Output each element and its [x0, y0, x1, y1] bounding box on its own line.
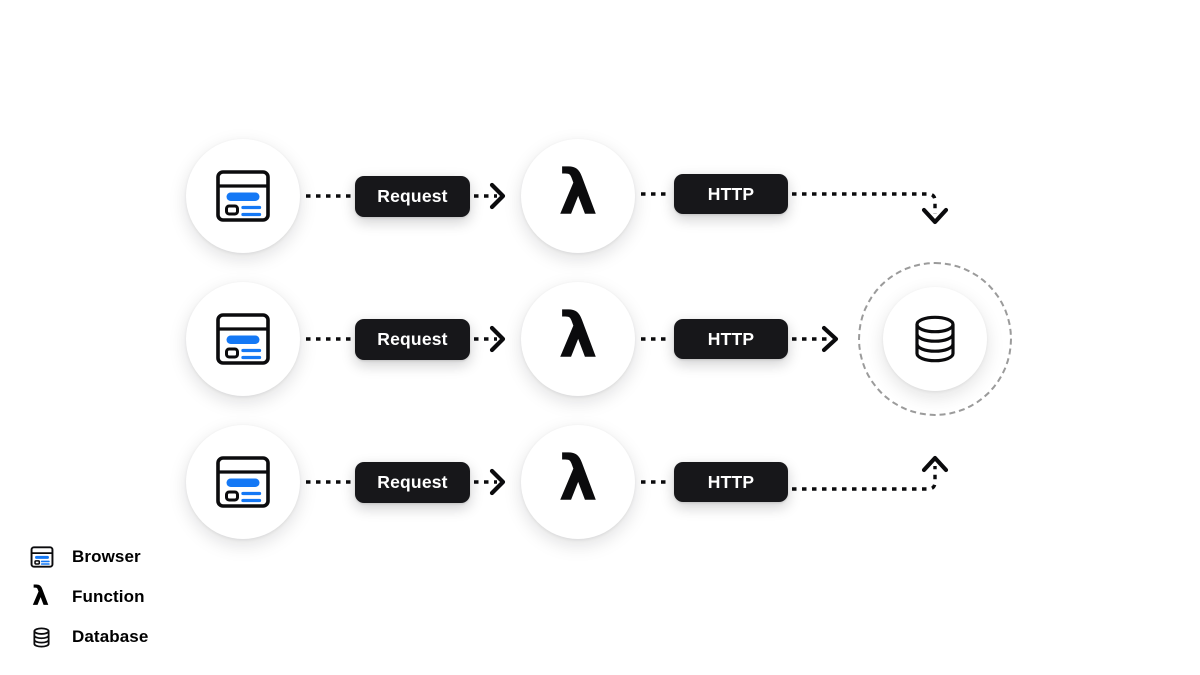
- database-icon: [30, 626, 62, 649]
- database-icon: [915, 315, 955, 363]
- browser-node-top[interactable]: [186, 139, 300, 253]
- arrowhead-function-top: [489, 182, 506, 210]
- browser-icon: [216, 170, 270, 222]
- http-badge-label: HTTP: [707, 471, 755, 492]
- arrowhead-function-bottom: [489, 468, 506, 496]
- request-badge-label: Request: [377, 329, 448, 349]
- request-badge-bottom[interactable]: Request: [355, 462, 470, 503]
- request-badge-label: Request: [377, 186, 448, 206]
- request-badge-top[interactable]: Request: [355, 176, 470, 217]
- lambda-icon: λ: [558, 442, 598, 515]
- legend-label-browser: Browser: [72, 547, 141, 566]
- http-badge-bottom[interactable]: HTTP: [674, 462, 788, 502]
- http-badge-label: HTTP: [707, 328, 755, 349]
- wire-http-to-database-top: [792, 192, 937, 214]
- function-node-top[interactable]: λ: [521, 139, 635, 253]
- arrowhead-database-bottom: [921, 455, 949, 473]
- browser-icon: [216, 313, 270, 365]
- legend-item-function: λ Function: [30, 577, 148, 617]
- database-node[interactable]: [883, 287, 987, 391]
- legend-item-browser: Browser: [30, 537, 148, 577]
- browser-icon: [216, 456, 270, 508]
- function-node-middle[interactable]: λ: [521, 282, 635, 396]
- lambda-icon: λ: [558, 299, 598, 372]
- arrowhead-database-middle: [821, 325, 839, 353]
- arrowhead-function-middle: [489, 325, 506, 353]
- lambda-icon: λ: [558, 156, 598, 229]
- lambda-icon: λ: [32, 580, 50, 612]
- browser-icon: [30, 545, 62, 569]
- legend: Browser λ Function Database: [30, 537, 148, 657]
- request-badge-middle[interactable]: Request: [355, 319, 470, 360]
- function-node-bottom[interactable]: λ: [521, 425, 635, 539]
- request-badge-label: Request: [377, 472, 448, 492]
- http-badge-middle[interactable]: HTTP: [674, 319, 788, 359]
- diagram-canvas: .dash { stroke:#0b0b0d; stroke-width:3.4…: [0, 0, 1200, 675]
- legend-item-database: Database: [30, 617, 148, 657]
- browser-node-bottom[interactable]: [186, 425, 300, 539]
- legend-label-database: Database: [72, 627, 149, 646]
- legend-label-function: Function: [72, 587, 145, 606]
- http-badge-label: HTTP: [707, 183, 755, 204]
- browser-node-middle[interactable]: [186, 282, 300, 396]
- http-badge-top[interactable]: HTTP: [674, 174, 788, 214]
- wire-http-to-database-bottom: [792, 466, 937, 491]
- arrowhead-database-top: [921, 207, 949, 225]
